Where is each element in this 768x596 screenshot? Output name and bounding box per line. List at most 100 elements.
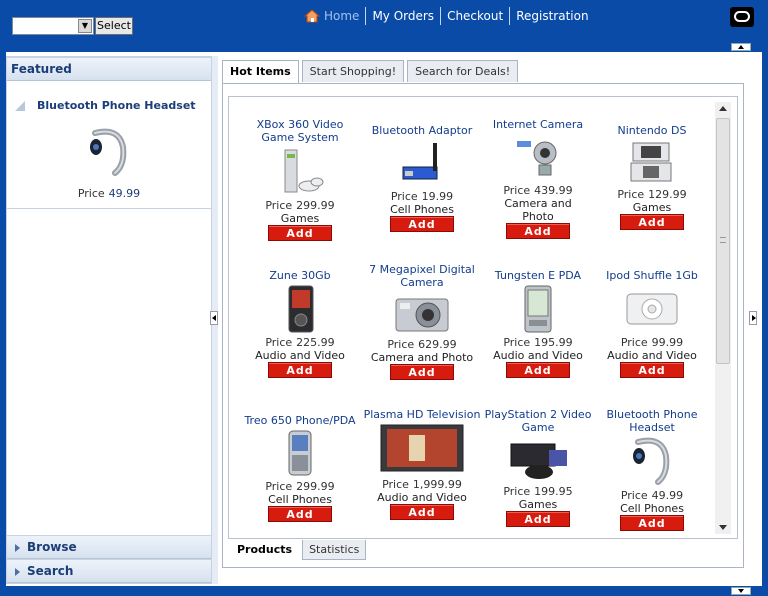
top-bar: ▼ Select Home My Orders Checkout Registr…: [0, 0, 768, 42]
product-price: Price 199.95: [478, 485, 598, 498]
product-name[interactable]: Ipod Shuffle 1Gb: [592, 269, 712, 282]
product-price: Price 299.99: [240, 480, 360, 493]
featured-item[interactable]: Bluetooth Phone Headset Price 49.99: [7, 91, 211, 209]
select-button[interactable]: Select: [95, 17, 133, 35]
product-name[interactable]: 7 Megapixel Digital Camera: [362, 263, 482, 289]
smartphone-icon[interactable]: [275, 429, 325, 477]
collapse-top-icon[interactable]: [731, 43, 751, 51]
product-price: Price 195.99: [478, 336, 598, 349]
product-category: Cell Phones: [268, 493, 332, 506]
add-button[interactable]: Add: [506, 362, 570, 378]
headset-icon[interactable]: [628, 436, 676, 486]
price-value: 1,999.99: [412, 478, 462, 491]
add-button[interactable]: Add: [506, 511, 570, 527]
add-button[interactable]: Add: [620, 515, 684, 531]
scroll-down-icon[interactable]: [719, 525, 727, 530]
add-button[interactable]: Add: [390, 364, 454, 380]
product-name[interactable]: XBox 360 Video Game System: [240, 118, 360, 144]
product-category: Camera and Photo: [504, 197, 572, 223]
product-name[interactable]: Plasma HD Television: [362, 408, 482, 421]
product-name[interactable]: Bluetooth Adaptor: [362, 124, 482, 137]
tab-hot-items[interactable]: Hot Items: [222, 60, 299, 84]
digital-camera-icon[interactable]: [392, 293, 452, 335]
product-card: Ipod Shuffle 1Gb Price 99.99 Audio and Vi…: [592, 269, 712, 378]
nav-my-orders-link[interactable]: My Orders: [366, 8, 440, 24]
add-button[interactable]: Add: [620, 214, 684, 230]
product-category: Games: [632, 201, 672, 214]
bluetooth-adaptor-icon[interactable]: [397, 139, 447, 187]
playstation-icon[interactable]: [505, 436, 571, 482]
collapse-corner-icon[interactable]: [15, 101, 25, 111]
product-name[interactable]: Treo 650 Phone/PDA: [240, 414, 360, 427]
price-label: Price: [503, 485, 531, 498]
price-value: 195.99: [534, 336, 573, 349]
vertical-scrollbar[interactable]: [715, 102, 731, 534]
product-card: Bluetooth Adaptor Price 19.99 Cell Phones…: [362, 124, 482, 232]
product-price: Price 629.99: [362, 338, 482, 351]
pda-icon[interactable]: [513, 284, 563, 334]
ipod-shuffle-icon[interactable]: [625, 284, 679, 334]
nintendo-ds-icon[interactable]: [627, 139, 677, 185]
expand-arrow-icon: [15, 568, 20, 576]
scroll-thumb[interactable]: [716, 118, 730, 364]
collapse-right-icon[interactable]: [749, 311, 757, 325]
product-name[interactable]: Nintendo DS: [592, 124, 712, 137]
product-name[interactable]: Zune 30Gb: [240, 269, 360, 282]
headset-icon[interactable]: [85, 125, 133, 177]
expand-arrow-icon: [15, 544, 20, 552]
product-category: Audio and Video: [607, 349, 697, 362]
xbox-console-icon[interactable]: [275, 148, 325, 196]
add-button[interactable]: Add: [506, 223, 570, 239]
product-card: Plasma HD Television Price 1,999.99 Audio…: [362, 408, 482, 520]
price-label: Price: [382, 478, 409, 491]
product-category: Games: [518, 498, 558, 511]
price-value: 629.99: [418, 338, 457, 351]
price-label: Price: [620, 336, 648, 349]
add-button[interactable]: Add: [268, 362, 332, 378]
search-label: Search: [27, 564, 74, 578]
product-name[interactable]: Tungsten E PDA: [478, 269, 598, 282]
browse-header[interactable]: Browse: [7, 535, 211, 559]
product-name[interactable]: PlayStation 2 Video Game: [478, 408, 598, 434]
category-select[interactable]: ▼: [12, 17, 94, 35]
home-icon[interactable]: [304, 9, 320, 23]
product-card: PlayStation 2 Video Game Price 199.95 Gam…: [478, 408, 598, 527]
price-label: Price: [265, 480, 293, 493]
tab-bar: Hot Items Start Shopping! Search for Dea…: [222, 60, 521, 84]
scroll-up-icon[interactable]: [719, 106, 727, 111]
add-button[interactable]: Add: [620, 362, 684, 378]
tab-products[interactable]: Products: [230, 540, 300, 560]
tab-statistics[interactable]: Statistics: [302, 540, 367, 560]
price-label: Price: [265, 336, 293, 349]
price-value: 439.99: [534, 184, 573, 197]
product-name[interactable]: Internet Camera: [478, 118, 598, 131]
chevron-down-icon[interactable]: ▼: [78, 19, 92, 33]
media-player-icon[interactable]: [275, 284, 325, 334]
price-label: Price: [77, 187, 105, 200]
nav-home-link[interactable]: Home: [324, 8, 365, 24]
nav-checkout-link[interactable]: Checkout: [441, 8, 509, 24]
product-price: Price 49.99: [592, 489, 712, 502]
product-category: Audio and Video: [493, 349, 583, 362]
price-label: Price: [620, 489, 648, 502]
product-price: Price 439.99: [478, 184, 598, 197]
tab-start-shopping[interactable]: Start Shopping!: [301, 60, 405, 82]
product-card: Zune 30Gb Price 225.99 Audio and Video Ad…: [240, 269, 360, 378]
oracle-logo-icon: [730, 7, 754, 27]
add-button[interactable]: Add: [390, 504, 454, 520]
add-button[interactable]: Add: [268, 506, 332, 522]
add-button[interactable]: Add: [390, 216, 454, 232]
product-price: Price 129.99: [592, 188, 712, 201]
webcam-icon[interactable]: [513, 133, 563, 181]
collapse-left-icon[interactable]: [210, 311, 218, 325]
product-name[interactable]: Bluetooth Phone Headset: [592, 408, 712, 434]
television-icon[interactable]: [379, 423, 465, 475]
featured-item-name[interactable]: Bluetooth Phone Headset: [37, 99, 196, 112]
add-button[interactable]: Add: [268, 225, 332, 241]
search-header[interactable]: Search: [7, 559, 211, 583]
product-category: Games: [280, 212, 320, 225]
collapse-bottom-icon[interactable]: [731, 587, 751, 595]
nav-registration-link[interactable]: Registration: [510, 8, 594, 24]
tab-search-for-deals[interactable]: Search for Deals!: [407, 60, 519, 82]
featured-header[interactable]: Featured: [7, 57, 211, 81]
